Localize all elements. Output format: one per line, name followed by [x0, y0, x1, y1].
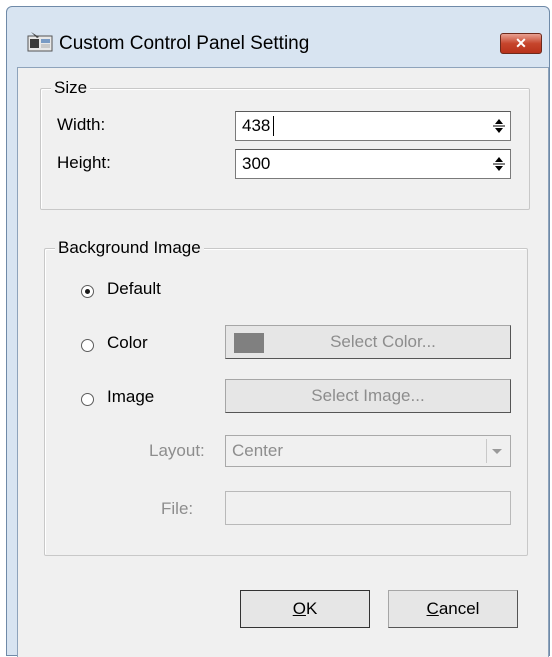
- radio-image-button[interactable]: [81, 393, 94, 406]
- size-group-legend: Size: [51, 78, 91, 98]
- close-button[interactable]: ✕: [500, 33, 542, 54]
- text-caret: [273, 116, 274, 136]
- window-title: Custom Control Panel Setting: [59, 33, 310, 54]
- file-path-field[interactable]: [225, 491, 511, 525]
- width-value[interactable]: 438: [242, 116, 270, 136]
- radio-default-button[interactable]: [81, 285, 94, 298]
- chevron-down-icon[interactable]: [486, 439, 508, 463]
- radio-image-label[interactable]: Image: [107, 387, 154, 407]
- width-spinbox[interactable]: 438: [235, 111, 511, 141]
- cancel-button[interactable]: Cancel: [388, 590, 518, 628]
- cancel-label-rest: ancel: [438, 599, 480, 618]
- select-image-label: Select Image...: [311, 386, 425, 405]
- radio-color-label[interactable]: Color: [107, 333, 148, 353]
- background-image-group: Background Image Default Color Select Co…: [44, 238, 528, 556]
- select-color-label: Select Color...: [330, 332, 436, 351]
- select-image-button[interactable]: Select Image...: [225, 379, 511, 413]
- title-bar[interactable]: Custom Control Panel Setting ✕: [7, 7, 549, 67]
- close-icon: ✕: [515, 35, 527, 51]
- size-group: Size Width: 438 Height: 300: [40, 78, 530, 210]
- layout-dropdown[interactable]: Center: [225, 435, 511, 467]
- height-label: Height:: [57, 153, 111, 172]
- height-spin-arrows-icon[interactable]: [492, 154, 506, 174]
- file-label: File:: [161, 499, 194, 518]
- radio-default-label[interactable]: Default: [107, 279, 161, 299]
- ok-label-rest: K: [305, 599, 318, 618]
- radio-color-button[interactable]: [81, 339, 94, 352]
- height-spinbox[interactable]: 300: [235, 149, 511, 179]
- width-spin-arrows-icon[interactable]: [492, 116, 506, 136]
- dialog-window: Custom Control Panel Setting ✕ Size Widt…: [6, 6, 550, 657]
- control-panel-icon: [27, 31, 53, 53]
- color-swatch: [234, 333, 264, 353]
- layout-label: Layout:: [149, 441, 205, 460]
- radio-selected-dot: [85, 289, 90, 294]
- layout-value: Center: [232, 441, 284, 460]
- ok-mnemonic: O: [292, 599, 306, 618]
- width-label: Width:: [57, 115, 106, 134]
- select-color-button[interactable]: Select Color...: [225, 325, 511, 359]
- height-value[interactable]: 300: [242, 154, 270, 174]
- ok-button[interactable]: OK: [240, 590, 370, 628]
- cancel-mnemonic: C: [426, 599, 439, 618]
- background-image-group-legend: Background Image: [55, 238, 204, 258]
- dialog-body: Size Width: 438 Height: 300 Background I…: [17, 67, 549, 657]
